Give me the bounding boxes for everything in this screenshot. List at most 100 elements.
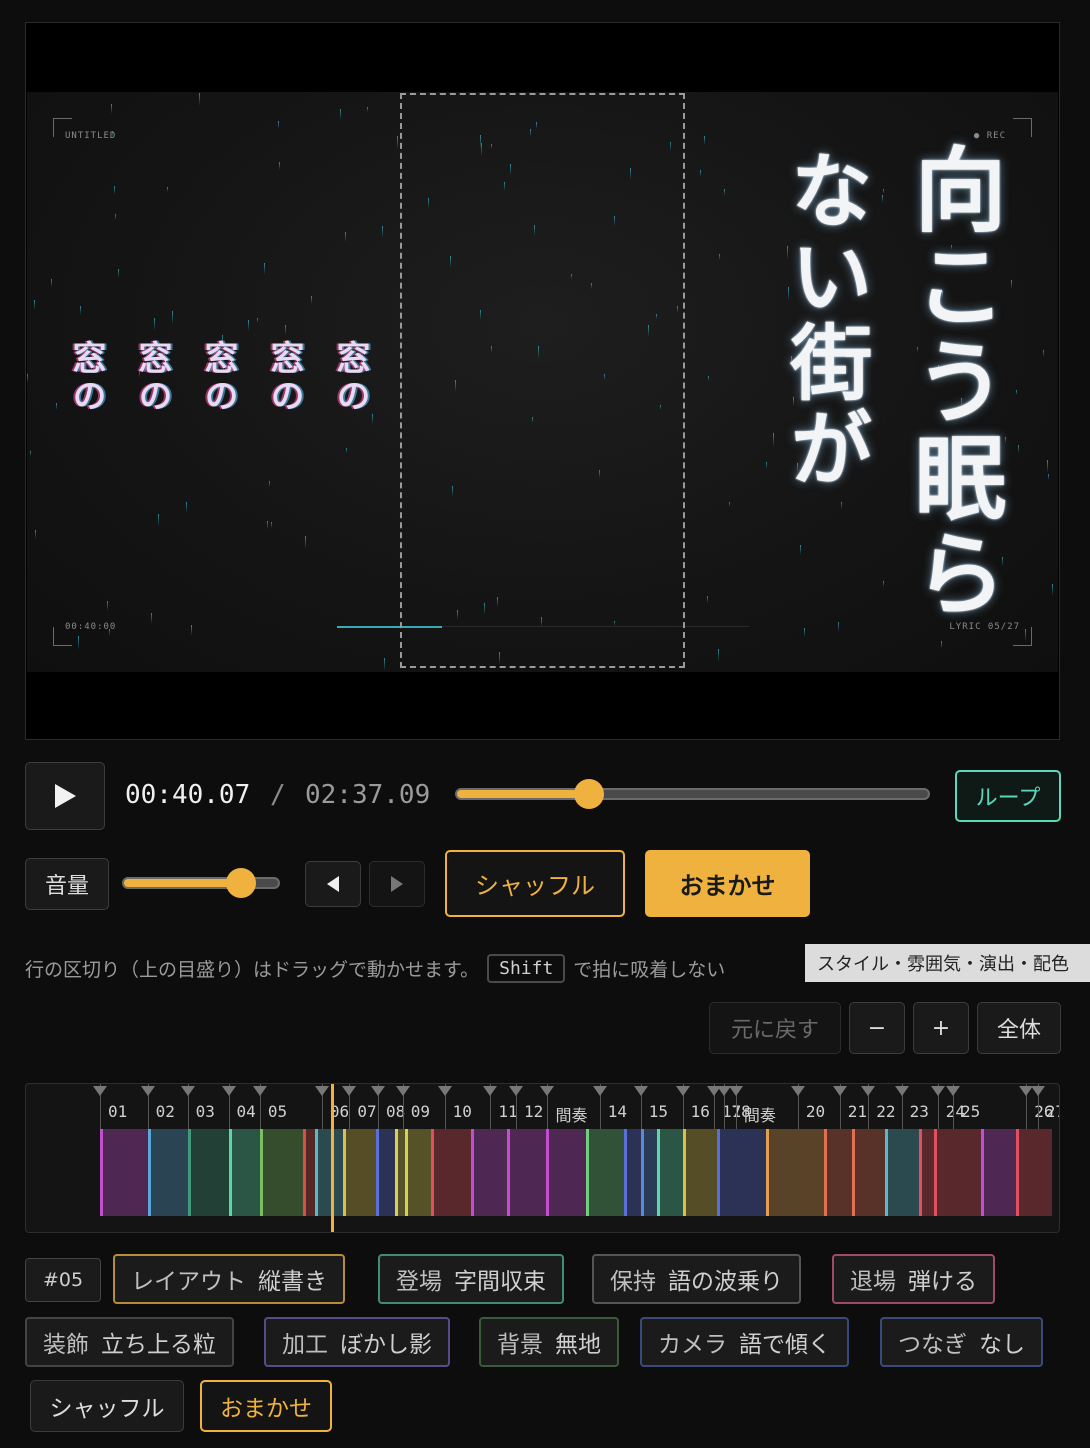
particle xyxy=(27,374,28,383)
tick-handle-icon[interactable] xyxy=(140,1086,155,1096)
timeline-segment[interactable] xyxy=(766,1129,824,1216)
tick-handle-icon[interactable] xyxy=(314,1086,329,1096)
timeline-segment[interactable] xyxy=(187,1129,229,1216)
tick-handle-icon[interactable] xyxy=(395,1086,410,1096)
zoom-out-button[interactable]: − xyxy=(849,1002,905,1054)
particle xyxy=(257,318,258,323)
timeline-segment[interactable] xyxy=(147,1129,188,1216)
chip-key: レイアウト xyxy=(131,1269,246,1295)
selection-box[interactable] xyxy=(400,93,685,668)
timeline-segment[interactable] xyxy=(471,1129,508,1216)
tick-handle-icon[interactable] xyxy=(675,1086,690,1096)
seek-slider[interactable] xyxy=(455,779,930,809)
line-auto-button[interactable]: おまかせ xyxy=(200,1380,332,1432)
total-time: 02:37.09 xyxy=(305,780,431,810)
particle xyxy=(311,296,312,304)
layout-chip[interactable]: レイアウト 縦書き xyxy=(113,1254,345,1304)
tick-handle-icon[interactable] xyxy=(180,1086,195,1096)
particle xyxy=(729,502,730,507)
particle xyxy=(279,162,280,170)
zoom-fit-button[interactable]: 全体 xyxy=(977,1002,1061,1054)
timeline-segment[interactable] xyxy=(933,1129,981,1216)
tick-handle-icon[interactable] xyxy=(540,1086,555,1096)
tick-handle-icon[interactable] xyxy=(1030,1086,1045,1096)
timeline-segment[interactable] xyxy=(342,1129,377,1216)
timeline-segment[interactable] xyxy=(980,1129,1016,1216)
prev-line-button[interactable] xyxy=(305,861,361,907)
timeline-segment[interactable] xyxy=(823,1129,853,1216)
timeline[interactable]: 01 02 03 04 05 06 07 08 09 10 11 12 間奏 14 15 16 17 18 間奏 20… xyxy=(25,1083,1060,1233)
shuffle-all-button[interactable]: シャッフル xyxy=(445,850,625,917)
timeline-segment[interactable] xyxy=(852,1129,886,1216)
timeline-segment[interactable] xyxy=(431,1129,472,1216)
timeline-segment[interactable] xyxy=(1015,1129,1052,1216)
tick-handle-icon[interactable] xyxy=(728,1086,743,1096)
segment-edge xyxy=(623,1129,627,1216)
lyric-echo: 窓の xyxy=(66,340,106,416)
chip-value: ぼかし影 xyxy=(340,1332,432,1358)
enter-chip[interactable]: 登場 字間収束 xyxy=(378,1254,564,1304)
segment-edge xyxy=(395,1129,399,1216)
auto-all-button[interactable]: おまかせ xyxy=(645,850,810,917)
timeline-segment[interactable] xyxy=(682,1129,717,1216)
timeline-segment[interactable] xyxy=(918,1129,934,1216)
tick-handle-icon[interactable] xyxy=(894,1086,909,1096)
tick-handle-icon[interactable] xyxy=(945,1086,960,1096)
chip-value: 語の波乗り xyxy=(668,1269,783,1295)
timeline-segment[interactable] xyxy=(885,1129,919,1216)
timeline-segment[interactable] xyxy=(315,1129,343,1216)
seek-handle[interactable] xyxy=(573,779,604,809)
tick-handle-icon[interactable] xyxy=(370,1086,385,1096)
tick-handle-icon[interactable] xyxy=(252,1086,267,1096)
play-button[interactable] xyxy=(25,762,105,830)
chip-value: 縦書き xyxy=(258,1269,327,1295)
timeline-segment[interactable] xyxy=(545,1129,586,1216)
timeline-segment[interactable] xyxy=(404,1129,432,1216)
next-line-button[interactable] xyxy=(369,861,425,907)
decor-chip[interactable]: 装飾 立ち上る粒 xyxy=(25,1317,234,1367)
timeline-segment[interactable] xyxy=(302,1129,316,1216)
timeline-segment[interactable] xyxy=(623,1129,641,1216)
camera-chip[interactable]: カメラ 語で傾く xyxy=(640,1317,849,1367)
particle xyxy=(367,107,368,112)
tick-handle-icon[interactable] xyxy=(342,1086,357,1096)
volume-handle[interactable] xyxy=(226,868,257,898)
timeline-segment[interactable] xyxy=(585,1129,624,1216)
playhead[interactable] xyxy=(330,1084,334,1232)
timeline-segment[interactable] xyxy=(395,1129,405,1216)
timeline-segment[interactable] xyxy=(259,1129,303,1216)
timeline-segment[interactable] xyxy=(656,1129,683,1216)
tick-handle-icon[interactable] xyxy=(592,1086,607,1096)
tick-handle-icon[interactable] xyxy=(832,1086,847,1096)
tick-handle-icon[interactable] xyxy=(221,1086,236,1096)
timeline-segment[interactable] xyxy=(228,1129,260,1216)
exit-chip[interactable]: 退場 弾ける xyxy=(832,1254,995,1304)
timeline-segment[interactable] xyxy=(716,1129,767,1216)
tick-handle-icon[interactable] xyxy=(437,1086,452,1096)
line-shuffle-button[interactable]: シャッフル xyxy=(30,1380,184,1432)
loop-button[interactable]: ループ xyxy=(955,770,1061,822)
tick-handle-icon[interactable] xyxy=(861,1086,876,1096)
tick-handle-icon[interactable] xyxy=(790,1086,805,1096)
timeline-label: 27 xyxy=(1045,1102,1059,1121)
tick-handle-icon[interactable] xyxy=(483,1086,498,1096)
lyric-sub: ない街が xyxy=(776,148,872,492)
hold-chip[interactable]: 保持 語の波乗り xyxy=(592,1254,801,1304)
background-chip[interactable]: 背景 無地 xyxy=(479,1317,619,1367)
volume-slider[interactable] xyxy=(122,868,280,898)
timeline-segment[interactable] xyxy=(100,1129,148,1216)
tick-handle-icon[interactable] xyxy=(93,1086,107,1096)
tick-handle-icon[interactable] xyxy=(509,1086,524,1096)
tick-handle-icon[interactable] xyxy=(930,1086,945,1096)
link-chip[interactable]: つなぎ なし xyxy=(880,1317,1043,1367)
process-chip[interactable]: 加工 ぼかし影 xyxy=(264,1317,450,1367)
timeline-segment[interactable] xyxy=(507,1129,546,1216)
particle xyxy=(340,109,341,120)
segment-edge xyxy=(852,1129,856,1216)
timeline-segment[interactable] xyxy=(376,1129,396,1216)
undo-button[interactable]: 元に戻す xyxy=(709,1002,841,1054)
tick-handle-icon[interactable] xyxy=(633,1086,648,1096)
zoom-in-button[interactable]: + xyxy=(913,1002,969,1054)
timeline-segment[interactable] xyxy=(640,1129,657,1216)
particle xyxy=(248,320,249,331)
